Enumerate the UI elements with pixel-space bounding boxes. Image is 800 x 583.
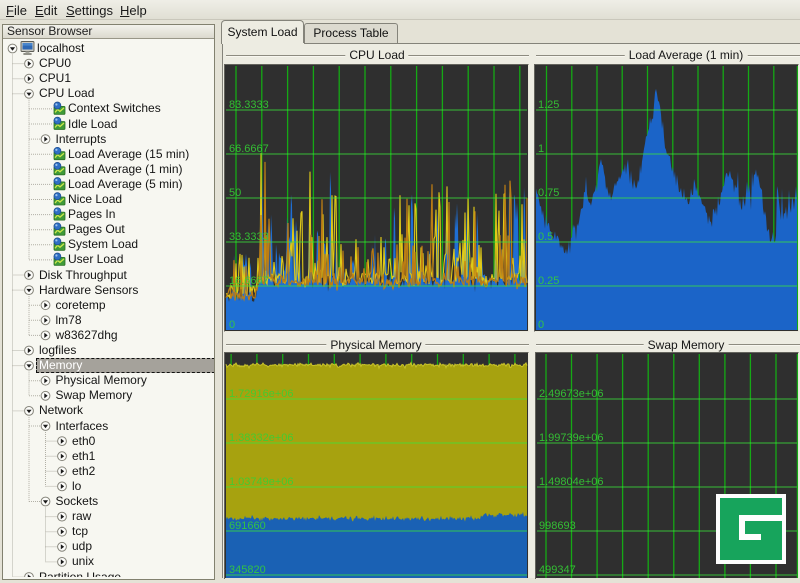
svg-text:1.38332e+06: 1.38332e+06: [229, 432, 294, 444]
svg-text:0: 0: [229, 319, 235, 331]
svg-text:66.6667: 66.6667: [229, 143, 269, 155]
svg-text:1.49804e+06: 1.49804e+06: [539, 476, 604, 488]
svg-text:83.3333: 83.3333: [229, 99, 269, 111]
svg-text:33.3333: 33.3333: [229, 231, 269, 243]
svg-text:0.75: 0.75: [538, 187, 559, 199]
svg-text:1: 1: [538, 143, 544, 155]
svg-text:691660: 691660: [229, 520, 266, 532]
svg-text:998693: 998693: [539, 520, 576, 532]
svg-text:1.99739e+06: 1.99739e+06: [539, 432, 604, 444]
svg-text:16.6667: 16.6667: [229, 275, 269, 287]
svg-text:0: 0: [538, 319, 544, 331]
svg-text:0.5: 0.5: [538, 231, 553, 243]
svg-text:50: 50: [229, 187, 241, 199]
svg-text:499347: 499347: [539, 564, 576, 576]
svg-text:2.49673e+06: 2.49673e+06: [539, 388, 604, 400]
svg-text:1.03749e+06: 1.03749e+06: [229, 476, 294, 488]
svg-text:1.72916e+06: 1.72916e+06: [229, 388, 294, 400]
svg-text:0.25: 0.25: [538, 275, 559, 287]
svg-text:345820: 345820: [229, 564, 266, 576]
svg-text:1.25: 1.25: [538, 99, 559, 111]
